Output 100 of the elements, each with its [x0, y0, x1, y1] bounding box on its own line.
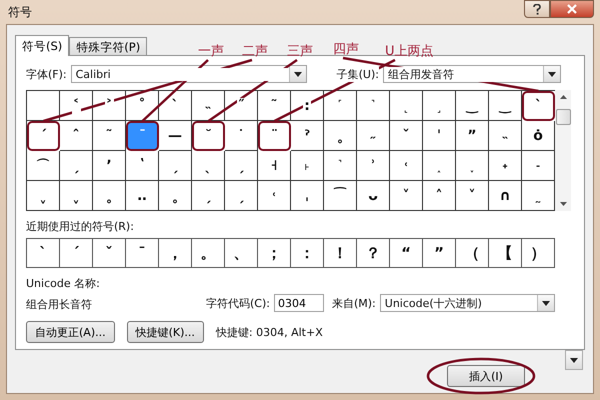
symbol-cell[interactable]: ˵ [489, 121, 522, 151]
symbol-cell[interactable]: ˬ [60, 181, 93, 211]
symbol-cell[interactable]: ∩ [489, 181, 522, 211]
symbol-cell[interactable]: ˆ [60, 121, 93, 151]
symbol-cell[interactable]: ˅ [456, 181, 489, 211]
font-dropdown[interactable]: Calibri [70, 65, 307, 83]
symbol-cell[interactable]: ˏ [159, 151, 192, 181]
shortcut-text: 快捷键: 0304, Alt+X [216, 324, 323, 340]
symbol-cell[interactable]: — [159, 121, 192, 151]
symbol-cell[interactable]: ˼ [423, 91, 456, 121]
symbol-cell[interactable]: ˏ [60, 151, 93, 181]
symbol-cell[interactable]: ˝ [225, 91, 258, 121]
close-button[interactable] [550, 0, 594, 18]
recent-symbol-cell[interactable]: ˊ [60, 239, 93, 267]
symbol-cell[interactable]: ˀ [291, 121, 324, 151]
recent-symbol-cell[interactable]: 【 [489, 239, 522, 267]
symbol-cell[interactable]: ˳ [93, 181, 126, 211]
symbol-cell[interactable]: ⌒ [27, 151, 60, 181]
symbol-cell[interactable]: ˺ [324, 151, 357, 181]
scroll-down-icon [560, 202, 566, 206]
symbol-cell[interactable]: ‿ [456, 91, 489, 121]
dropdown-button[interactable] [565, 350, 583, 370]
symbol-cell[interactable]: ˊ [27, 121, 60, 151]
symbol-cell[interactable]: ˵ [192, 91, 225, 121]
recent-symbol-cell[interactable]: ， [159, 239, 192, 267]
subset-label: 子集(U): [336, 66, 379, 82]
symbol-cell[interactable] [27, 91, 60, 121]
symbol-cell[interactable]: ˧ [258, 151, 291, 181]
from-label: 来自(M): [332, 296, 376, 310]
symbol-cell[interactable]: ˌ [291, 181, 324, 211]
recent-symbol-cell[interactable]: ： [291, 239, 324, 267]
symbol-cell[interactable]: ˘ [192, 121, 225, 151]
caret-icon [542, 300, 550, 306]
symbol-cell[interactable]: ˏ [225, 151, 258, 181]
recent-symbol-cell[interactable]: ） [522, 239, 554, 267]
recent-symbol-cell[interactable]: ” [423, 239, 456, 267]
symbol-cell[interactable]: ˫ [291, 151, 324, 181]
symbol-cell[interactable]: ˏ [192, 181, 225, 211]
symbol-cell[interactable]: ˓ [258, 181, 291, 211]
symbol-cell[interactable]: ‥ [126, 181, 159, 211]
symbol-cell[interactable]: ʼ [93, 151, 126, 181]
symbol-cell[interactable]: ˬ [27, 181, 60, 211]
recent-symbol-cell[interactable]: 。 [192, 239, 225, 267]
symbol-cell[interactable]: ˄ [423, 181, 456, 211]
recent-symbol-cell[interactable]: ˋ [27, 239, 60, 267]
symbol-cell[interactable]: ¨ [258, 121, 291, 151]
tab[interactable]: 符号(S) [15, 35, 70, 56]
scrollbar[interactable] [555, 90, 571, 211]
symbol-cell[interactable]: ˜ [258, 91, 291, 121]
symbol-cell[interactable]: ˇ [390, 121, 423, 151]
symbol-cell[interactable]: ˅ [390, 181, 423, 211]
symbol-cell[interactable]: ʽ [126, 151, 159, 181]
window-title: 符号 [7, 4, 32, 20]
symbol-cell[interactable]: ˂ [60, 91, 93, 121]
dialog-button[interactable]: 自动更正(A)... [26, 321, 115, 343]
recent-symbol-cell[interactable]: 、 [225, 239, 258, 267]
scroll-thumb[interactable] [556, 109, 570, 125]
symbol-cell[interactable]: ˖ [489, 151, 522, 181]
recent-symbol-cell[interactable]: “ [390, 239, 423, 267]
tab[interactable]: 特殊字符(P) [69, 37, 148, 55]
insert-button[interactable]: 插入(I) [447, 365, 525, 387]
symbol-cell[interactable]: : [291, 91, 324, 121]
symbol-cell[interactable]: ˰ [423, 151, 456, 181]
callout-label: 三声 [287, 43, 313, 60]
help-button[interactable] [524, 0, 550, 18]
symbol-cell[interactable]: ˙ [225, 121, 258, 151]
symbol-cell[interactable]: ‿ [489, 91, 522, 121]
symbol-cell[interactable]: ˃ [93, 91, 126, 121]
recent-symbol-cell[interactable]: ； [258, 239, 291, 267]
callout-label: 一声 [198, 43, 224, 60]
symbol-cell[interactable]: ˯ [456, 151, 489, 181]
symbol-cell[interactable]: ˓ [390, 151, 423, 181]
recent-symbol-cell[interactable]: ˇ [93, 239, 126, 267]
subset-dropdown[interactable]: 组合用发音符 [382, 65, 561, 83]
symbol-cell[interactable]: ˏ [225, 181, 258, 211]
recent-symbol-cell[interactable]: ˉ [126, 239, 159, 267]
symbol-cell[interactable]: ˶ [357, 121, 390, 151]
symbol-cell[interactable]: ˳ [159, 181, 192, 211]
symbol-cell[interactable]: ˈ [423, 121, 456, 151]
recent-symbol-cell[interactable]: ！ [324, 239, 357, 267]
symbol-cell[interactable]: ʾ [357, 151, 390, 181]
recent-symbol-cell[interactable]: ？ [357, 239, 390, 267]
symbol-cell[interactable]: ˳ [324, 121, 357, 151]
caret-icon [548, 72, 556, 76]
symbol-cell[interactable]: ˮ [456, 121, 489, 151]
symbol-cell[interactable]: ˻ [390, 91, 423, 121]
symbol-cell[interactable]: ˋ [159, 91, 192, 121]
symbol-cell[interactable]: ⁀ [324, 181, 357, 211]
scroll-up-icon [560, 95, 566, 99]
symbol-cell[interactable]: ˎ [192, 151, 225, 181]
recent-symbol-cell[interactable]: （ [456, 239, 489, 267]
symbol-cell[interactable]: ᴗ [357, 181, 390, 211]
symbol-cell[interactable]: ˜ [93, 121, 126, 151]
help-icon [533, 4, 541, 14]
from-dropdown[interactable]: Unicode(十六进制) [380, 294, 555, 312]
symbol-cell[interactable]: ˹ [324, 91, 357, 121]
char-code-field[interactable]: 0304 [274, 294, 324, 312]
dialog-button[interactable]: 快捷键(K)... [126, 321, 204, 343]
symbol-cell[interactable]: ˺ [357, 91, 390, 121]
close-icon [567, 4, 577, 14]
